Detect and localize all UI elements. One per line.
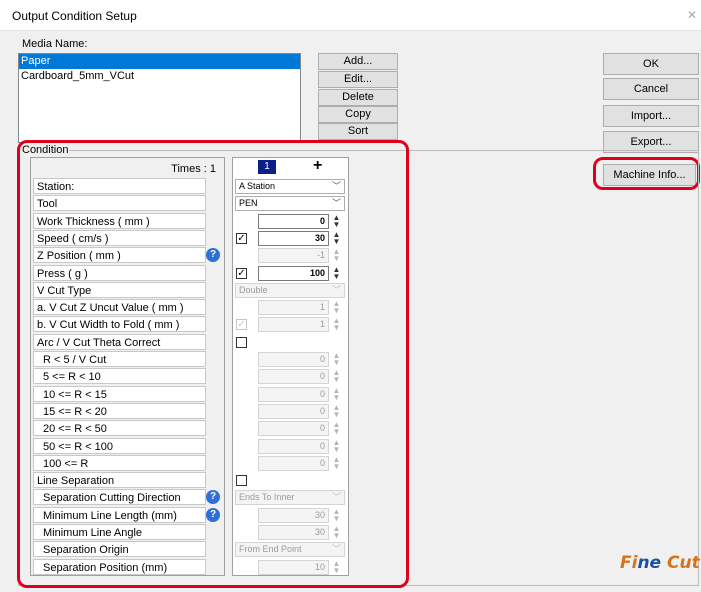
media-item-paper[interactable]: Paper: [19, 54, 300, 69]
title-bar: Output Condition Setup ✕: [0, 0, 701, 31]
ok-button[interactable]: OK: [603, 53, 699, 75]
media-item-cardboard[interactable]: Cardboard_5mm_VCut: [19, 69, 300, 84]
edit-button[interactable]: Edit...: [318, 71, 398, 88]
finecut-logo: Fine Cut 9: [620, 553, 701, 573]
copy-button[interactable]: Copy: [318, 106, 398, 123]
media-list[interactable]: Paper Cardboard_5mm_VCut: [18, 53, 301, 143]
media-name-label: Media Name:: [22, 38, 88, 50]
add-button[interactable]: Add...: [318, 53, 398, 70]
window-title: Output Condition Setup: [12, 9, 137, 23]
cancel-button[interactable]: Cancel: [603, 78, 699, 100]
condition-highlight: [17, 140, 409, 588]
sort-button[interactable]: Sort: [318, 123, 398, 140]
close-icon[interactable]: ✕: [687, 8, 697, 22]
import-button[interactable]: Import...: [603, 105, 699, 127]
delete-button[interactable]: Delete: [318, 89, 398, 106]
